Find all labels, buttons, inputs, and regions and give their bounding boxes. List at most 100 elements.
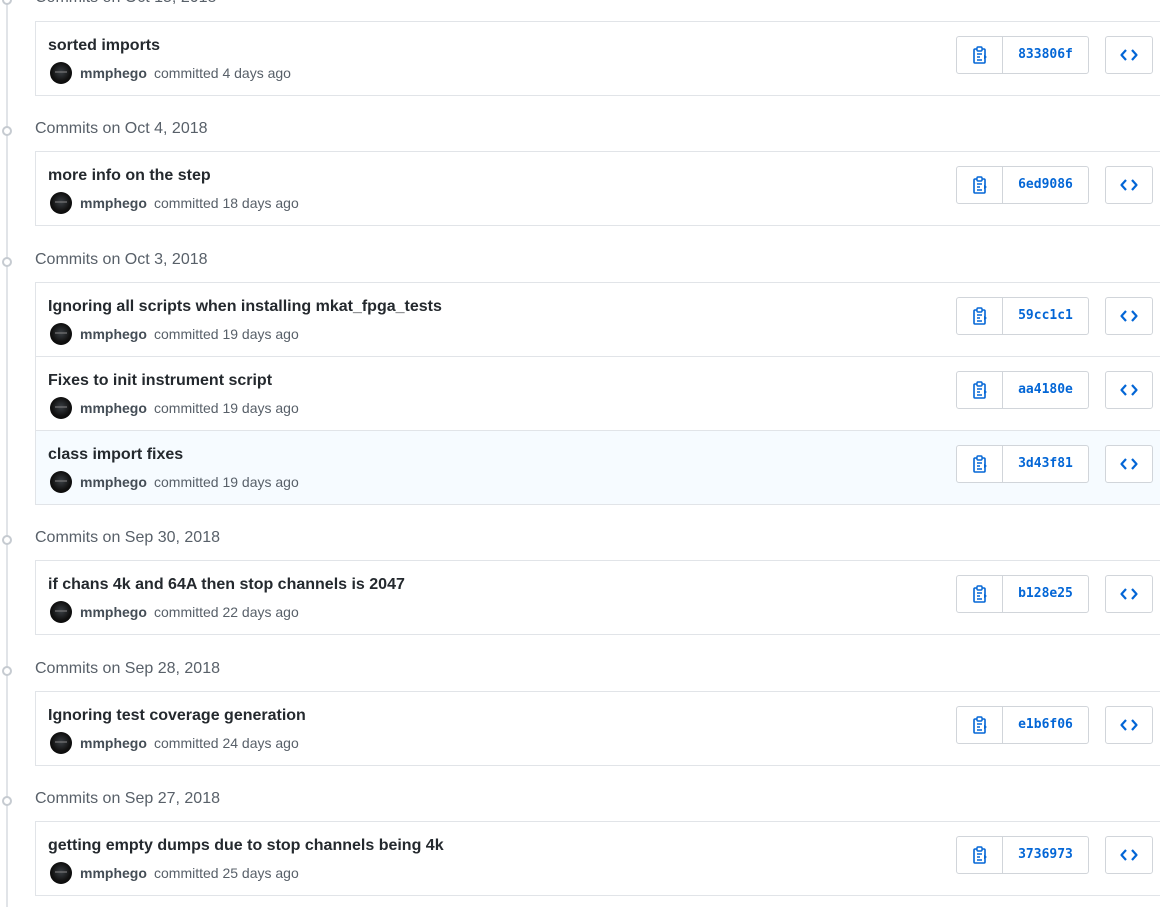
commit-message-link[interactable]: if chans 4k and 64A then stop channels i… bbox=[48, 575, 405, 595]
browse-repo-button[interactable] bbox=[1105, 166, 1153, 204]
copy-sha-button[interactable] bbox=[956, 445, 1003, 483]
commit-sha-link[interactable]: b128e25 bbox=[1002, 575, 1089, 613]
group-header: Commits on Sep 30, 2018 bbox=[0, 528, 400, 552]
commit-sha-link[interactable]: 3d43f81 bbox=[1002, 445, 1089, 483]
code-icon bbox=[1120, 719, 1138, 731]
avatar[interactable] bbox=[50, 192, 72, 214]
group-header: Commits on Oct 4, 2018 bbox=[0, 119, 400, 143]
browse-repo-button[interactable] bbox=[1105, 575, 1153, 613]
commit-message-link[interactable]: getting empty dumps due to stop channels… bbox=[48, 836, 444, 856]
copy-sha-button[interactable] bbox=[956, 706, 1003, 744]
avatar[interactable] bbox=[50, 601, 72, 623]
timeline-dot-icon bbox=[2, 126, 12, 136]
copy-sha-button[interactable] bbox=[956, 836, 1003, 874]
copy-sha-button[interactable] bbox=[956, 575, 1003, 613]
commit-sha-link[interactable]: 59cc1c1 bbox=[1002, 297, 1089, 335]
avatar[interactable] bbox=[50, 732, 72, 754]
browse-repo-button[interactable] bbox=[1105, 36, 1153, 74]
commit-message-link[interactable]: sorted imports bbox=[48, 36, 160, 56]
commit-author-link[interactable]: mmphego bbox=[80, 326, 147, 342]
copy-sha-button[interactable] bbox=[956, 166, 1003, 204]
copy-sha-button[interactable] bbox=[956, 36, 1003, 74]
code-icon bbox=[1120, 310, 1138, 322]
commit-time: committed 4 days ago bbox=[154, 65, 291, 81]
commit-row: getting empty dumps due to stop channels… bbox=[35, 821, 1160, 896]
clipboard-icon bbox=[972, 455, 987, 473]
group-header: Commits on Oct 15, 2018 bbox=[0, 0, 400, 12]
avatar[interactable] bbox=[50, 397, 72, 419]
commit-author-link[interactable]: mmphego bbox=[80, 604, 147, 620]
commit-list: Ignoring all scripts when installing mka… bbox=[35, 282, 1160, 505]
commit-author-link[interactable]: mmphego bbox=[80, 65, 147, 81]
group-header: Commits on Oct 3, 2018 bbox=[0, 250, 400, 274]
clipboard-icon bbox=[972, 381, 987, 399]
commit-time: committed 22 days ago bbox=[154, 604, 299, 620]
commit-message-link[interactable]: class import fixes bbox=[48, 445, 183, 465]
commit-author-link[interactable]: mmphego bbox=[80, 735, 147, 751]
commit-sha-link[interactable]: 6ed9086 bbox=[1002, 166, 1089, 204]
commit-list: sorted imports mmphego committed 4 days … bbox=[35, 21, 1160, 96]
commit-time: committed 24 days ago bbox=[154, 735, 299, 751]
code-icon bbox=[1120, 179, 1138, 191]
commit-author-link[interactable]: mmphego bbox=[80, 865, 147, 881]
timeline-dot-icon bbox=[2, 535, 12, 545]
group-header: Commits on Sep 27, 2018 bbox=[0, 789, 400, 813]
commit-row: sorted imports mmphego committed 4 days … bbox=[35, 21, 1160, 96]
group-header: Commits on Sep 28, 2018 bbox=[0, 659, 400, 683]
commit-time: committed 19 days ago bbox=[154, 326, 299, 342]
commit-time: committed 25 days ago bbox=[154, 865, 299, 881]
commit-message-link[interactable]: Ignoring all scripts when installing mka… bbox=[48, 297, 442, 317]
clipboard-icon bbox=[972, 585, 987, 603]
commit-sha-link[interactable]: 833806f bbox=[1002, 36, 1089, 74]
browse-repo-button[interactable] bbox=[1105, 706, 1153, 744]
timeline-dot-icon bbox=[2, 0, 12, 5]
commit-row: Ignoring all scripts when installing mka… bbox=[35, 282, 1160, 357]
code-icon bbox=[1120, 384, 1138, 396]
commit-row: more info on the step mmphego committed … bbox=[35, 151, 1160, 226]
commit-message-link[interactable]: Fixes to init instrument script bbox=[48, 371, 272, 391]
avatar[interactable] bbox=[50, 323, 72, 345]
commit-row: if chans 4k and 64A then stop channels i… bbox=[35, 560, 1160, 635]
timeline-dot-icon bbox=[2, 796, 12, 806]
group-date-title: Commits on Oct 15, 2018 bbox=[35, 0, 216, 8]
commit-message-link[interactable]: Ignoring test coverage generation bbox=[48, 706, 306, 726]
avatar[interactable] bbox=[50, 62, 72, 84]
group-date-title: Commits on Sep 27, 2018 bbox=[35, 790, 220, 807]
commit-author-link[interactable]: mmphego bbox=[80, 400, 147, 416]
clipboard-icon bbox=[972, 846, 987, 864]
commit-time: committed 19 days ago bbox=[154, 474, 299, 490]
commit-time: committed 18 days ago bbox=[154, 195, 299, 211]
code-icon bbox=[1120, 49, 1138, 61]
copy-sha-button[interactable] bbox=[956, 371, 1003, 409]
commit-author-link[interactable]: mmphego bbox=[80, 195, 147, 211]
group-date-title: Commits on Oct 3, 2018 bbox=[35, 251, 208, 268]
commit-row: class import fixes mmphego committed 19 … bbox=[35, 431, 1160, 505]
commit-sha-link[interactable]: 3736973 bbox=[1002, 836, 1089, 874]
commit-list: more info on the step mmphego committed … bbox=[35, 151, 1160, 226]
commit-author-link[interactable]: mmphego bbox=[80, 474, 147, 490]
timeline-dot-icon bbox=[2, 666, 12, 676]
group-date-title: Commits on Oct 4, 2018 bbox=[35, 120, 208, 137]
code-icon bbox=[1120, 458, 1138, 470]
commit-sha-link[interactable]: e1b6f06 bbox=[1002, 706, 1089, 744]
browse-repo-button[interactable] bbox=[1105, 297, 1153, 335]
copy-sha-button[interactable] bbox=[956, 297, 1003, 335]
browse-repo-button[interactable] bbox=[1105, 445, 1153, 483]
commit-list: Ignoring test coverage generation mmpheg… bbox=[35, 691, 1160, 766]
group-date-title: Commits on Sep 28, 2018 bbox=[35, 660, 220, 677]
commit-sha-link[interactable]: aa4180e bbox=[1002, 371, 1089, 409]
avatar[interactable] bbox=[50, 862, 72, 884]
clipboard-icon bbox=[972, 46, 987, 64]
code-icon bbox=[1120, 588, 1138, 600]
clipboard-icon bbox=[972, 716, 987, 734]
avatar[interactable] bbox=[50, 471, 72, 493]
clipboard-icon bbox=[972, 176, 987, 194]
commit-list: if chans 4k and 64A then stop channels i… bbox=[35, 560, 1160, 635]
clipboard-icon bbox=[972, 307, 987, 325]
commit-row: Ignoring test coverage generation mmpheg… bbox=[35, 691, 1160, 766]
browse-repo-button[interactable] bbox=[1105, 371, 1153, 409]
commit-list: getting empty dumps due to stop channels… bbox=[35, 821, 1160, 896]
commit-message-link[interactable]: more info on the step bbox=[48, 166, 211, 186]
browse-repo-button[interactable] bbox=[1105, 836, 1153, 874]
commit-time: committed 19 days ago bbox=[154, 400, 299, 416]
